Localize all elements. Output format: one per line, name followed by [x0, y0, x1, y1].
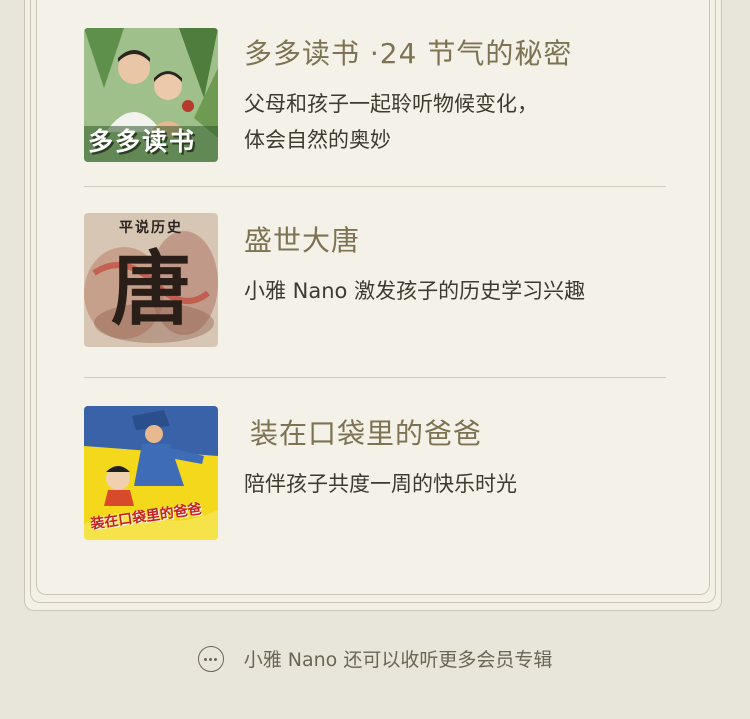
album-list: 多多读书 多多读书 ·24 节气的秘密 父母和孩子一起聆听物候变化， 体会自然的…	[36, 0, 708, 594]
more-albums-label: 小雅 Nano 还可以收听更多会员专辑	[243, 649, 553, 671]
album-item[interactable]: 多多读书 多多读书 ·24 节气的秘密 父母和孩子一起聆听物候变化， 体会自然的…	[84, 28, 668, 168]
album-cover-image: 平说历史 唐	[84, 213, 218, 347]
album-description: 父母和孩子一起聆听物候变化， 体会自然的奥妙	[244, 86, 684, 158]
album-title: 盛世大唐	[244, 224, 361, 257]
divider	[84, 377, 666, 378]
album-description-line: 父母和孩子一起聆听物候变化，	[244, 92, 538, 116]
album-cover-image: 装在口袋里的爸爸	[84, 406, 218, 540]
album-description: 小雅 Nano 激发孩子的历史学习兴趣	[244, 273, 684, 309]
divider	[84, 186, 666, 187]
album-description-line: 陪伴孩子共度一周的快乐时光	[244, 472, 517, 496]
album-cover-text: 唐	[111, 242, 191, 336]
album-cover-image: 多多读书	[84, 28, 218, 162]
album-description-line: 体会自然的奥妙	[244, 128, 391, 152]
album-item[interactable]: 装在口袋里的爸爸 装在口袋里的爸爸 陪伴孩子共度一周的快乐时光	[84, 406, 668, 546]
more-dots-icon	[197, 645, 224, 672]
album-cover-subtitle: 平说历史	[119, 220, 183, 236]
album-description: 陪伴孩子共度一周的快乐时光	[244, 466, 684, 502]
album-cover-text: 多多读书	[88, 127, 197, 156]
album-title: 装在口袋里的爸爸	[250, 417, 483, 450]
album-item[interactable]: 平说历史 唐 盛世大唐 小雅 Nano 激发孩子的历史学习兴趣	[84, 213, 668, 353]
album-title: 多多读书 ·24 节气的秘密	[244, 37, 573, 70]
more-albums-link[interactable]: 小雅 Nano 还可以收听更多会员专辑	[0, 645, 750, 672]
album-description-line: 小雅 Nano 激发孩子的历史学习兴趣	[244, 279, 586, 303]
